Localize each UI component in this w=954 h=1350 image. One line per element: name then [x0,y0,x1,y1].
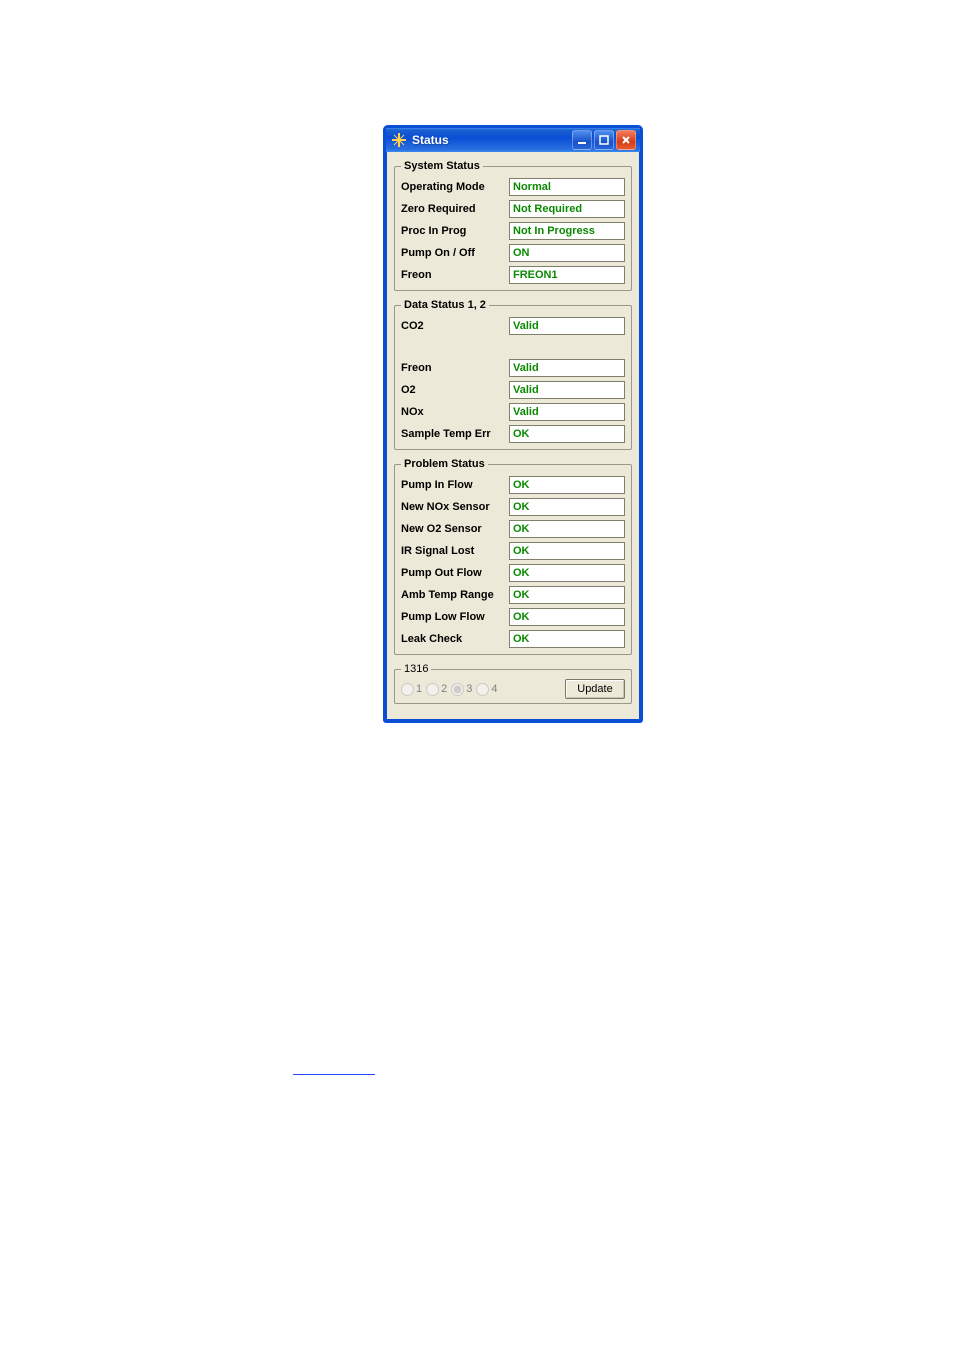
footer-legend: 1316 [401,663,431,675]
titlebar[interactable]: Status [386,128,640,152]
status-label: New O2 Sensor [401,523,509,535]
status-value: OK [509,608,625,626]
status-value: Normal [509,178,625,196]
status-label: Sample Temp Err [401,428,509,440]
status-label: Freon [401,362,509,374]
status-label: New NOx Sensor [401,501,509,513]
system-status-legend: System Status [401,160,483,172]
radio-option-3[interactable]: 3 [451,683,472,696]
radio-1-label: 1 [416,683,422,695]
app-icon [392,133,406,147]
radio-1-input[interactable] [401,683,414,696]
close-button[interactable] [616,130,636,150]
status-value: OK [509,630,625,648]
status-row: Leak Check OK [401,630,625,648]
client-area: System Status Operating Mode Normal Zero… [386,152,640,720]
status-window: Status System Status Operating Mode Norm… [383,125,643,723]
status-row: Proc In Prog Not In Progress [401,222,625,240]
status-row: Pump In Flow OK [401,476,625,494]
status-row: IR Signal Lost OK [401,542,625,560]
radio-3-input[interactable] [451,683,464,696]
status-label: Leak Check [401,633,509,645]
problem-status-legend: Problem Status [401,458,488,470]
update-button[interactable]: Update [565,679,625,699]
status-row: New NOx Sensor OK [401,498,625,516]
status-value: OK [509,564,625,582]
radio-4-label: 4 [491,683,497,695]
data-status-group: Data Status 1, 2 CO2 Valid Freon Valid O… [394,299,632,450]
radio-2-input[interactable] [426,683,439,696]
radio-option-2[interactable]: 2 [426,683,447,696]
status-label: Freon [401,269,509,281]
status-label: IR Signal Lost [401,545,509,557]
status-row: New O2 Sensor OK [401,520,625,538]
minimize-button[interactable] [572,130,592,150]
status-row: Pump Out Flow OK [401,564,625,582]
footer-row: 1 2 3 4 Update [401,679,625,699]
status-label: CO2 [401,320,509,332]
status-label: NOx [401,406,509,418]
system-status-group: System Status Operating Mode Normal Zero… [394,160,632,291]
footer-group: 1316 1 2 3 [394,663,632,704]
status-label: O2 [401,384,509,396]
status-row: Pump Low Flow OK [401,608,625,626]
radio-2-label: 2 [441,683,447,695]
status-value: Valid [509,317,625,335]
status-value: OK [509,425,625,443]
status-value: Not Required [509,200,625,218]
status-label: Amb Temp Range [401,589,509,601]
status-value: OK [509,520,625,538]
window-buttons [572,130,636,150]
stray-underline [293,1074,375,1075]
radio-4-input[interactable] [476,683,489,696]
status-label: Proc In Prog [401,225,509,237]
status-label: Pump In Flow [401,479,509,491]
radio-option-4[interactable]: 4 [476,683,497,696]
status-label: Pump Low Flow [401,611,509,623]
status-value: OK [509,542,625,560]
status-label: Pump Out Flow [401,567,509,579]
status-value: ON [509,244,625,262]
status-value: Valid [509,359,625,377]
status-row: Zero Required Not Required [401,200,625,218]
radio-3-label: 3 [466,683,472,695]
data-status-legend: Data Status 1, 2 [401,299,489,311]
maximize-button[interactable] [594,130,614,150]
status-label: Operating Mode [401,181,509,193]
status-row: Pump On / Off ON [401,244,625,262]
radio-option-1[interactable]: 1 [401,683,422,696]
status-value: FREON1 [509,266,625,284]
status-row: NOx Valid [401,403,625,421]
option-radios: 1 2 3 4 [401,683,498,696]
status-row: Freon Valid [401,359,625,377]
status-value: OK [509,586,625,604]
status-row: Amb Temp Range OK [401,586,625,604]
status-row: CO2 Valid [401,317,625,335]
status-value: OK [509,476,625,494]
status-row [401,339,625,355]
status-value: OK [509,498,625,516]
problem-status-group: Problem Status Pump In Flow OK New NOx S… [394,458,632,655]
status-value: Not In Progress [509,222,625,240]
status-value: Valid [509,381,625,399]
status-label: Zero Required [401,203,509,215]
status-label: Pump On / Off [401,247,509,259]
status-row: Freon FREON1 [401,266,625,284]
window-title: Status [412,133,572,147]
status-row: O2 Valid [401,381,625,399]
status-row: Operating Mode Normal [401,178,625,196]
status-row: Sample Temp Err OK [401,425,625,443]
status-value: Valid [509,403,625,421]
